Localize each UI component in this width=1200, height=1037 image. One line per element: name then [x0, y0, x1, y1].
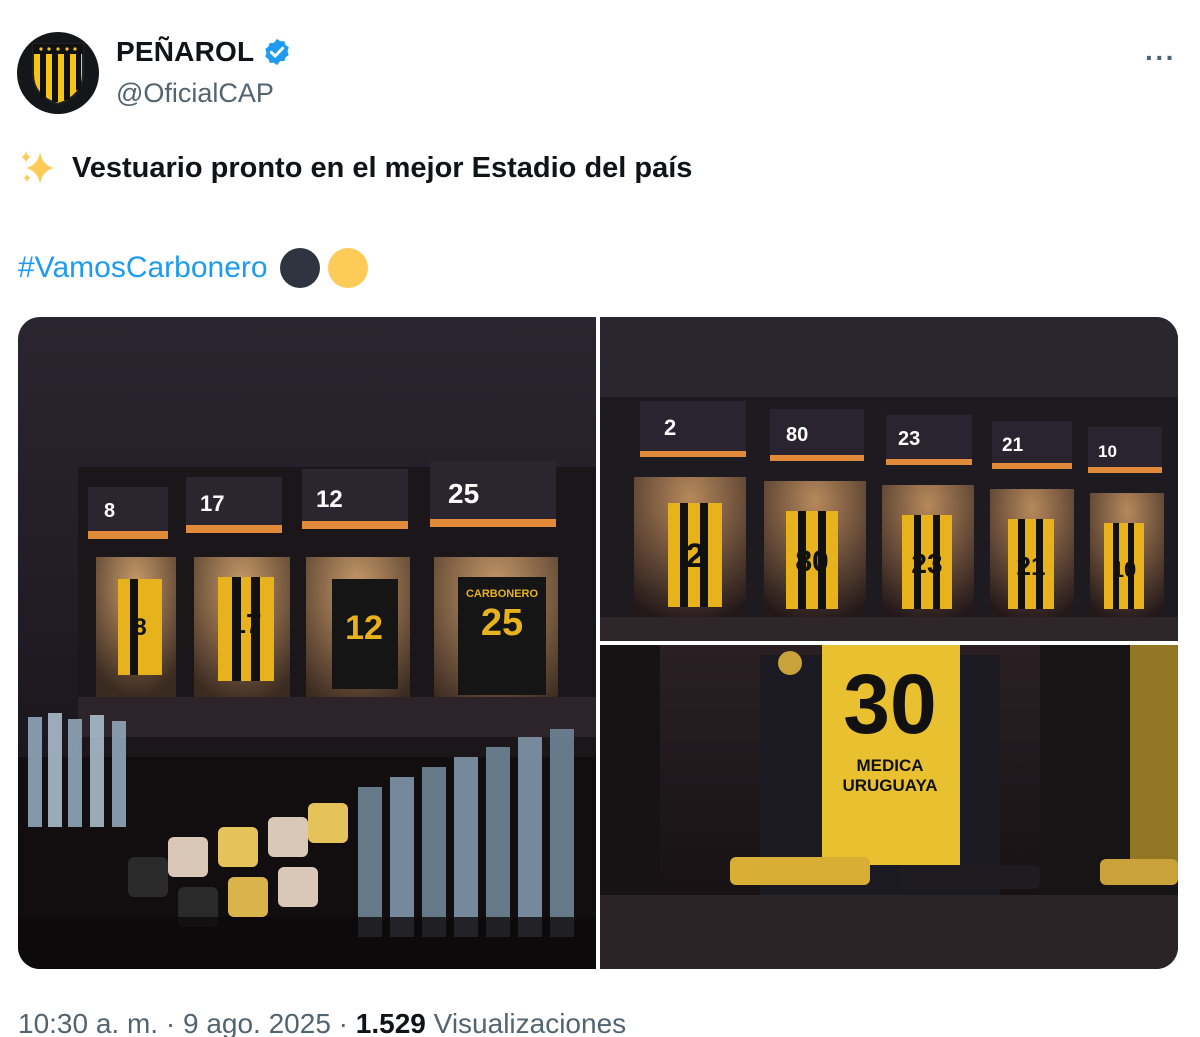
hashtag-link[interactable]: #VamosCarbonero — [18, 251, 268, 285]
sponsor-line-2: URUGUAYA — [842, 776, 937, 795]
jersey-number-1: 8 — [133, 614, 146, 641]
separator: · — [330, 1008, 356, 1037]
photo-locker-room-bottles[interactable]: 8 17 12 25 8 17 12 25 CARBONERO — [18, 317, 596, 969]
more-options-button[interactable]: ··· — [1145, 42, 1176, 74]
yellow-circle-icon — [327, 248, 368, 288]
badge-icon — [778, 651, 802, 675]
penarol-crest-icon — [32, 43, 84, 106]
jersey-number-1: 2 — [686, 537, 705, 575]
screen-number-3: 12 — [316, 486, 343, 513]
jersey-number-5: 10 — [1112, 557, 1136, 582]
sparkles-icon — [21, 151, 54, 184]
tweet-text-row: Vestuario pronto en el mejor Estadio del… — [18, 148, 692, 188]
screen-number-4: 21 — [1002, 435, 1024, 456]
screen-number-2: 80 — [786, 424, 808, 446]
black-circle-icon — [279, 248, 320, 288]
jersey-number-2: 80 — [795, 545, 828, 578]
screen-number-3: 23 — [898, 428, 920, 450]
photo-locker-row[interactable]: 2 80 23 21 10 2 80 23 21 10 — [600, 317, 1178, 641]
photo-3-image: 30 MEDICA URUGUAYA — [600, 645, 1178, 969]
photo-jersey-30[interactable]: 30 MEDICA URUGUAYA — [600, 645, 1178, 969]
views-label: Visualizaciones — [425, 1008, 627, 1037]
photo-2-image: 2 80 23 21 10 2 80 23 21 10 — [600, 317, 1178, 641]
screen-number-2: 17 — [200, 491, 224, 516]
display-name[interactable]: PEÑAROL — [116, 36, 254, 68]
jersey-number-2: 17 — [230, 608, 261, 639]
jersey-number-4: 25 — [481, 602, 523, 644]
separator: · — [158, 1008, 183, 1037]
screen-number-5: 10 — [1098, 442, 1117, 461]
views-count: 1.529 — [355, 1008, 426, 1037]
screen-number-1: 2 — [664, 415, 676, 440]
jersey-number-4: 21 — [1017, 551, 1046, 581]
jersey-number-3: 12 — [345, 609, 383, 647]
photo-1-image: 8 17 12 25 8 17 12 25 CARBONERO — [18, 317, 596, 969]
screen-number-1: 8 — [104, 500, 115, 522]
screen-number-4: 25 — [448, 478, 479, 509]
tweet-text: Vestuario pronto en el mejor Estadio del… — [72, 151, 693, 184]
handle[interactable]: @OficialCAP — [116, 78, 274, 109]
verified-badge-icon — [265, 38, 290, 66]
hashtag-row: #VamosCarbonero — [18, 248, 368, 288]
jersey-number-3: 23 — [911, 548, 942, 579]
jersey-name: CARBONERO — [466, 588, 539, 600]
sponsor-line-1: MEDICA — [856, 756, 923, 775]
tweet-time[interactable]: 10:30 a. m. — [18, 1008, 158, 1037]
avatar[interactable] — [17, 32, 99, 114]
media-grid: 8 17 12 25 8 17 12 25 CARBONERO 2 80 23 … — [18, 317, 1178, 969]
display-name-row[interactable]: PEÑAROL — [116, 36, 292, 68]
tweet-meta: 10:30 a. m. · 9 ago. 2025 · 1.529 Visual… — [18, 1008, 626, 1037]
jersey-number-30: 30 — [843, 657, 936, 751]
tweet-date[interactable]: 9 ago. 2025 — [183, 1008, 331, 1037]
